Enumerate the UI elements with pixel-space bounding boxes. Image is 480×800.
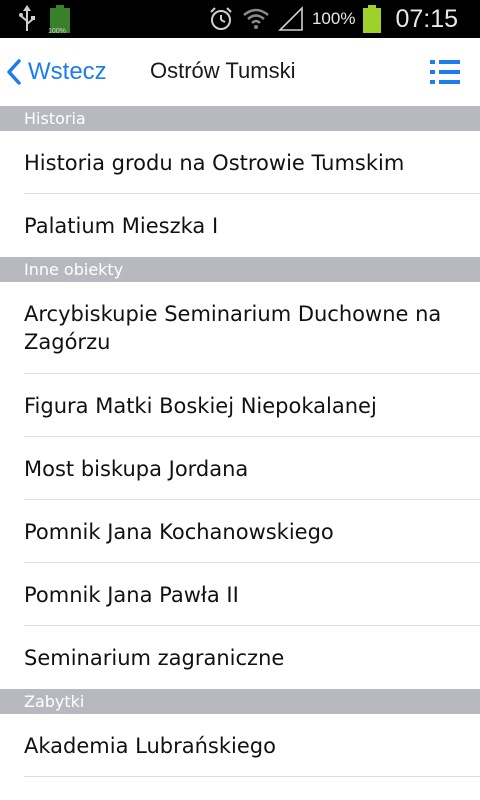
- alarm-icon: [210, 7, 232, 30]
- list-item[interactable]: Palatium Mieszka I: [0, 194, 480, 257]
- status-bar: 100% 100% 07:15: [0, 0, 480, 38]
- back-label: Wstecz: [28, 58, 107, 85]
- list-item[interactable]: Figura Matki Boskiej Niepokalanej: [0, 374, 480, 437]
- usb-icon: [19, 5, 35, 31]
- list-item[interactable]: Pomnik Jana Pawła II: [0, 563, 480, 626]
- chevron-left-icon: [7, 59, 21, 85]
- list-item[interactable]: Pomnik Jana Kochanowskiego: [0, 500, 480, 563]
- signal-icon: [278, 6, 303, 31]
- list-item[interactable]: Seminarium zagraniczne: [0, 626, 480, 689]
- section-header-historia: Historia: [0, 106, 480, 131]
- battery-percent: 100%: [311, 9, 356, 28]
- back-button[interactable]: Wstecz: [6, 52, 107, 92]
- list-item[interactable]: Historia grodu na Ostrowie Tumskim: [0, 131, 480, 194]
- attractions-list: Historia Historia grodu na Ostrowie Tums…: [0, 106, 480, 777]
- clock: 07:15: [395, 4, 458, 33]
- mini-battery-label: 100%: [48, 28, 66, 35]
- list-item[interactable]: Most biskupa Jordana: [0, 437, 480, 500]
- battery-notification-icon: 100%: [48, 5, 70, 35]
- list-menu-icon[interactable]: [430, 58, 460, 86]
- page-title: Ostrów Tumski: [150, 58, 296, 83]
- section-header-inne-obiekty: Inne obiekty: [0, 257, 480, 282]
- navigation-bar: Wstecz Ostrów Tumski: [0, 38, 480, 107]
- list-item[interactable]: Arcybiskupie Seminarium Duchowne na Zagó…: [0, 282, 480, 374]
- battery-icon: [363, 5, 382, 33]
- list-item[interactable]: Akademia Lubrańskiego: [0, 714, 480, 777]
- section-header-zabytki: Zabytki: [0, 689, 480, 714]
- wifi-icon: [243, 8, 269, 29]
